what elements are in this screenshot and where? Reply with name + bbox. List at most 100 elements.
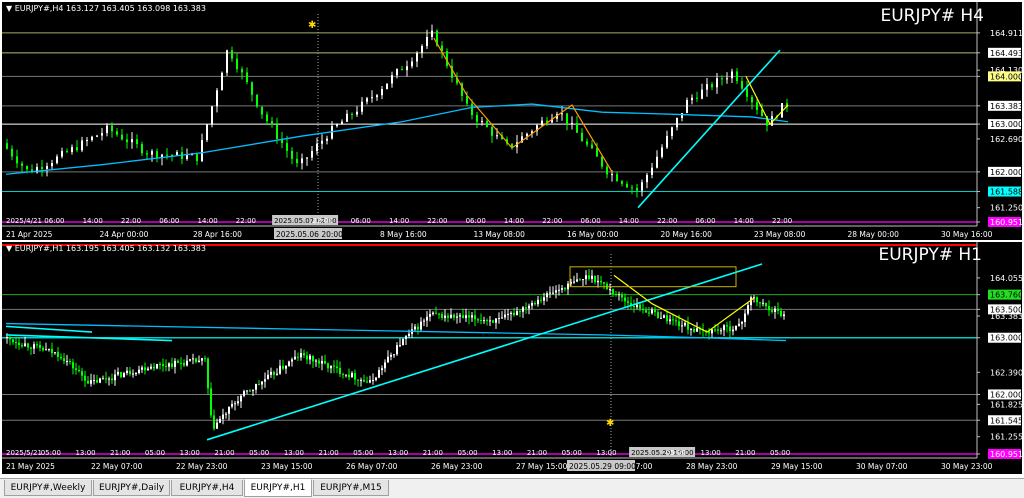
- tab-h1[interactable]: EURJPY#,H1: [244, 479, 312, 497]
- candle-body: [16, 156, 18, 164]
- candle-body: [201, 358, 203, 361]
- candle-body: [12, 339, 14, 343]
- moving-average-line: [5, 103, 789, 175]
- h1-chart-canvas[interactable]: ✱164.055163.760163.500163.383163.000162.…: [2, 242, 1022, 474]
- candle-body: [564, 288, 566, 290]
- candle-body: [626, 183, 628, 188]
- candle-body: [237, 401, 239, 404]
- candle-body: [18, 342, 20, 346]
- h1-chart-pane[interactable]: ✱ 164.055 163.760 163.500 163.383 163.000 162.…: [2, 242, 1022, 474]
- sub-time-label: 14:00: [83, 217, 103, 225]
- h4-chart-pane[interactable]: ✱ 164.911 164.493 164.130 164.000 163.383 163.…: [2, 2, 1022, 240]
- candle-body: [384, 362, 386, 369]
- sub-time-label: 21:00: [110, 449, 130, 457]
- candle-body: [216, 90, 218, 107]
- candle-body: [471, 103, 473, 116]
- candle-body: [146, 153, 148, 155]
- sub-time-label: 22:00: [312, 217, 332, 225]
- candle-body: [186, 155, 188, 159]
- candle-body: [66, 151, 68, 153]
- candle-body: [225, 413, 227, 415]
- candle-body: [399, 345, 401, 347]
- candle-body: [141, 367, 143, 370]
- candle-body: [732, 329, 734, 332]
- candle-body: [462, 315, 464, 319]
- candle-body: [326, 138, 328, 141]
- candle-body: [768, 306, 770, 311]
- candle-body: [528, 305, 530, 309]
- candle-body: [642, 308, 644, 311]
- tab-weekly[interactable]: EURJPY#,Weekly: [4, 480, 92, 496]
- candle-body: [312, 355, 314, 362]
- candle-body: [651, 309, 653, 314]
- candle-body: [666, 135, 668, 148]
- candle-body: [447, 315, 449, 318]
- candle-body: [596, 148, 598, 157]
- candle-body: [441, 314, 443, 318]
- candle-body: [495, 318, 497, 323]
- tab-m15[interactable]: EURJPY#,M15: [313, 480, 389, 496]
- marker-icon: ✱: [606, 418, 614, 429]
- candle-body: [206, 124, 208, 141]
- candle-body: [183, 363, 185, 366]
- candle-body: [498, 317, 500, 319]
- candle-body: [117, 372, 119, 375]
- candle-body: [706, 84, 708, 90]
- candle-body: [621, 294, 623, 298]
- candle-body: [549, 292, 551, 294]
- candle-body: [153, 366, 155, 369]
- candle-body: [641, 182, 643, 191]
- candle-body: [236, 58, 238, 70]
- candle-body: [33, 344, 35, 349]
- candle-body: [336, 124, 338, 127]
- candle-body: [701, 89, 703, 99]
- candle-body: [41, 167, 43, 170]
- candle-body: [150, 366, 152, 369]
- candle-body: [531, 302, 533, 306]
- candle-body: [567, 283, 569, 290]
- candle-body: [120, 372, 122, 378]
- candle-body: [111, 378, 113, 381]
- candle-body: [525, 307, 527, 309]
- candle-body: [351, 113, 353, 115]
- candle-body: [585, 275, 587, 280]
- candle-body: [61, 151, 63, 157]
- sub-time-label: 22:00: [427, 217, 447, 225]
- candle-body: [408, 333, 410, 337]
- candle-body: [300, 352, 302, 358]
- candle-body: [579, 279, 581, 281]
- sub-time-label: 05:00: [353, 449, 373, 457]
- candle-body: [611, 174, 613, 176]
- h4-dropdown-icon[interactable]: ▼: [6, 4, 12, 13]
- tab-daily[interactable]: EURJPY#,Daily: [93, 480, 170, 496]
- candle-body: [11, 148, 13, 157]
- sub-time-label: 21:00: [423, 449, 443, 457]
- sub-time-label: 05:00: [562, 449, 582, 457]
- candle-body: [429, 314, 431, 317]
- time-label: 26 May 23:00: [431, 462, 483, 471]
- candle-body: [6, 143, 8, 149]
- price-label: 163.000: [990, 334, 1022, 343]
- candle-body: [507, 313, 509, 315]
- price-label: 161.825: [990, 400, 1022, 409]
- candle-body: [222, 414, 224, 419]
- h1-dropdown-icon[interactable]: ▼: [6, 244, 12, 253]
- candle-body: [465, 315, 467, 319]
- price-label: 163.760: [990, 291, 1022, 300]
- candle-body: [594, 275, 596, 283]
- tab-h4[interactable]: EURJPY#,H4: [171, 480, 243, 496]
- candle-body: [381, 368, 383, 371]
- candle-body: [246, 390, 248, 392]
- candle-body: [510, 312, 512, 314]
- candle-body: [303, 352, 305, 356]
- h4-chart-canvas[interactable]: ✱164.911164.493164.130164.000163.383163.…: [2, 2, 1022, 240]
- candle-body: [366, 381, 368, 383]
- candle-body: [561, 113, 563, 115]
- candle-body: [721, 78, 723, 80]
- candle-body: [141, 144, 143, 154]
- candle-body: [211, 106, 213, 125]
- candle-body: [738, 323, 740, 326]
- candle-body: [356, 111, 358, 115]
- candle-body: [216, 422, 218, 429]
- candle-body: [246, 72, 248, 83]
